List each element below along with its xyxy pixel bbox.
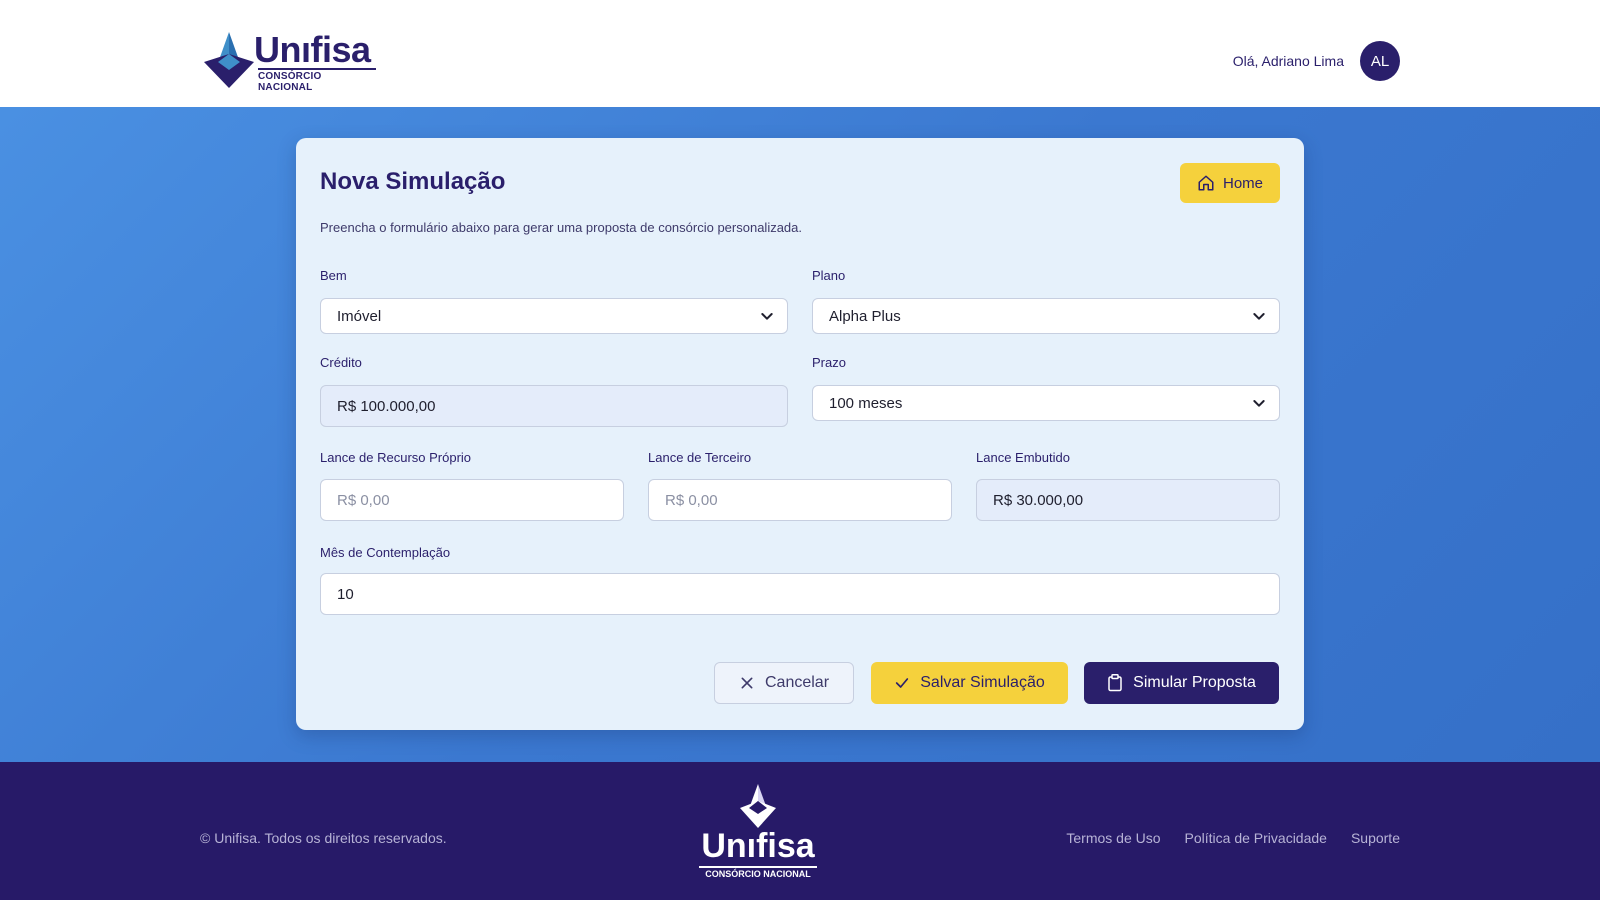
user-menu[interactable]: Olá, Adriano Lima AL [1233,41,1400,81]
footer-logo[interactable]: Unıfisa CONSÓRCIO NACIONAL [697,784,819,880]
footer-link-terms[interactable]: Termos de Uso [1066,830,1160,846]
mes-contemplacao-value: 10 [337,585,354,603]
check-icon [896,678,909,688]
footer-link-privacy[interactable]: Política de Privacidade [1185,830,1327,846]
footer-links: Termos de Uso Política de Privacidade Su… [1066,830,1400,846]
lance-embutido-value: R$ 30.000,00 [993,491,1084,509]
user-greeting: Olá, Adriano Lima [1232,53,1344,69]
mes-contemplacao-label: Mês de Contemplação [320,545,451,560]
plano-select-value: Alpha Plus [829,307,901,325]
credito-label: Crédito [320,355,362,370]
plano-label: Plano [812,268,846,283]
simulation-card: Nova Simulação Home Preencha o formulári… [296,138,1304,730]
save-simulation-button[interactable]: Salvar Simulação [871,662,1068,704]
copyright-text: © Unifisa. Todos os direitos reservados. [200,830,447,846]
home-button-label: Home [1222,174,1263,192]
close-icon [741,677,753,689]
lance-terceiro-placeholder: R$ 0,00 [665,491,718,509]
home-icon [1198,175,1214,191]
footer-link-support[interactable]: Suporte [1351,830,1400,846]
logo-tagline: CONSÓRCIO NACIONAL [258,68,376,93]
simulate-button-label: Simular Proposta [1133,674,1256,691]
simulate-proposal-button[interactable]: Simular Proposta [1084,662,1279,704]
credito-field[interactable]: R$ 100.000,00 [320,385,788,427]
clipboard-icon [1108,674,1122,692]
bem-select[interactable]: Imóvel [320,298,788,334]
lance-proprio-label: Lance de Recurso Próprio [320,450,472,465]
chevron-down-icon [1253,313,1265,320]
lance-proprio-input[interactable]: R$ 0,00 [320,479,624,521]
footer-logo-brand: Unıfisa [701,827,815,865]
lance-proprio-placeholder: R$ 0,00 [337,491,390,509]
lance-embutido-field[interactable]: R$ 30.000,00 [976,479,1280,521]
bem-label: Bem [320,268,347,283]
avatar[interactable]: AL [1360,41,1400,81]
footer-logo-tagline: CONSÓRCIO NACIONAL [699,866,817,879]
cancel-button[interactable]: Cancelar [714,662,854,704]
footer-logo-mark-icon [740,784,776,828]
prazo-label: Prazo [812,355,846,370]
plano-select[interactable]: Alpha Plus [812,298,1280,334]
credito-field-value: R$ 100.000,00 [337,397,436,415]
logo-mark-icon [204,32,254,88]
page-title: Nova Simulação [320,168,506,195]
prazo-select[interactable]: 100 meses [812,385,1280,421]
prazo-select-value: 100 meses [829,394,903,412]
lance-embutido-label: Lance Embutido [976,450,1070,465]
lance-terceiro-input[interactable]: R$ 0,00 [648,479,952,521]
form-subtitle: Preencha o formulário abaixo para gerar … [320,220,803,235]
lance-terceiro-label: Lance de Terceiro [648,450,752,465]
top-header: Unıfisa CONSÓRCIO NACIONAL Olá, Adriano … [0,0,1600,107]
logo-brand-text: Unıfisa [254,29,371,70]
save-button-label: Salvar Simulação [920,674,1045,691]
cancel-button-label: Cancelar [764,674,830,691]
unifisa-logo[interactable]: Unıfisa CONSÓRCIO NACIONAL [204,29,376,93]
chevron-down-icon [761,313,773,320]
home-button[interactable]: Home [1180,163,1280,203]
mes-contemplacao-input[interactable]: 10 [320,573,1280,615]
bem-select-value: Imóvel [337,307,382,325]
chevron-down-icon [1253,400,1265,407]
